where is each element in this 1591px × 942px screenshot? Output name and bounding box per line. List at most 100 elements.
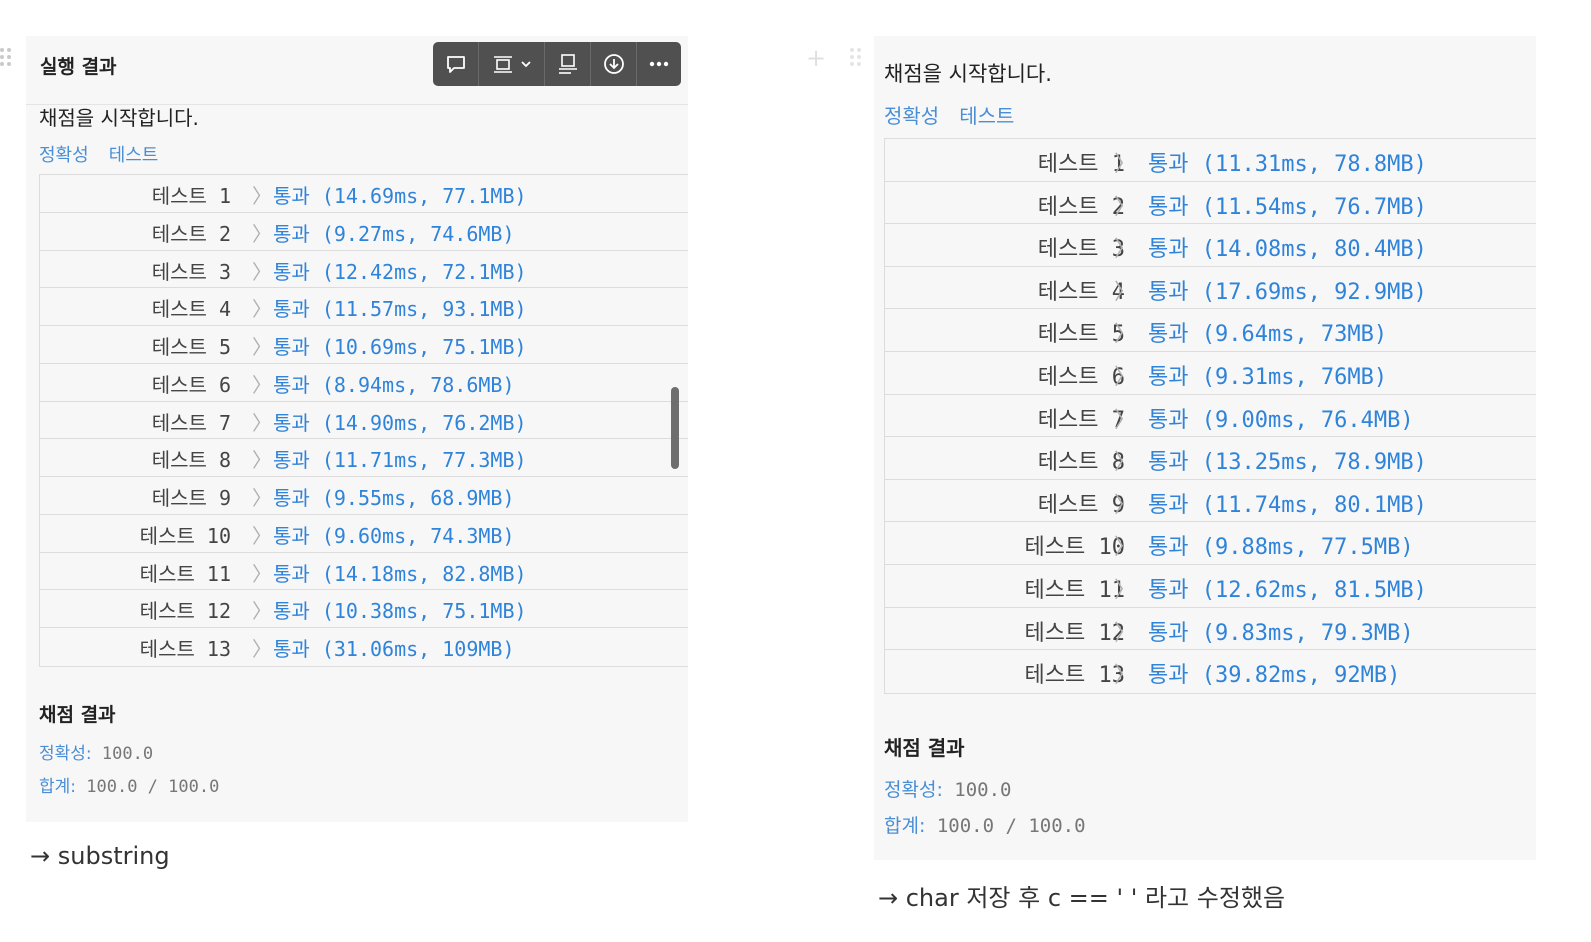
test-result-value: 통과 (14.90ms, 76.2MB)	[273, 410, 527, 435]
test-results-table: 테스트 1 〉 통과 (11.31ms, 78.8MB) 테스트 2 〉 통과 (11.5…	[884, 138, 1536, 694]
test-result-row[interactable]: 테스트 13 〉 통과 (31.06ms, 109MB)	[40, 628, 688, 666]
test-result-value: 통과 (11.57ms, 93.1MB)	[273, 297, 527, 322]
comment-button[interactable]	[433, 42, 479, 86]
test-result-value: 통과 (12.62ms, 81.5MB)	[1148, 577, 1427, 603]
test-label: 테스트 7	[151, 410, 231, 435]
grading-start-text: 채점을 시작합니다.	[39, 106, 199, 130]
total-score: 합계: 100.0 / 100.0	[884, 811, 1086, 838]
test-result-row[interactable]: 테스트 7 〉 통과 (9.00ms, 76.4MB)	[885, 395, 1536, 438]
test-result-value: 통과 (17.69ms, 92.9MB)	[1148, 279, 1427, 305]
test-result-row[interactable]: 테스트 12 〉 통과 (9.83ms, 79.3MB)	[885, 608, 1536, 651]
test-label: 테스트 11	[1024, 577, 1125, 603]
chevron-right-icon: 〉	[1114, 450, 1137, 476]
test-label: 테스트 10	[139, 523, 231, 548]
chevron-right-icon: 〉	[1114, 322, 1137, 348]
chevron-right-icon: 〉	[252, 599, 272, 624]
chevron-right-icon: 〉	[252, 448, 272, 473]
test-result-row[interactable]: 테스트 2 〉 통과 (11.54ms, 76.7MB)	[885, 182, 1536, 225]
chevron-right-icon: 〉	[252, 297, 272, 322]
test-result-row[interactable]: 테스트 11 〉 통과 (12.62ms, 81.5MB)	[885, 565, 1536, 608]
layout-icon	[493, 56, 512, 73]
test-result-row[interactable]: 테스트 4 〉 통과 (17.69ms, 92.9MB)	[885, 267, 1536, 310]
caption-button[interactable]	[545, 42, 591, 86]
test-label: 테스트 13	[139, 637, 231, 661]
test-label: 테스트 8	[1037, 450, 1125, 476]
test-label: 테스트 7	[1037, 407, 1125, 433]
chevron-right-icon: 〉	[1114, 279, 1137, 305]
test-result-value: 통과 (39.82ms, 92MB)	[1148, 663, 1401, 689]
comment-icon	[446, 56, 465, 73]
summary-title: 채점 결과	[884, 736, 965, 760]
drag-handle-icon[interactable]	[0, 48, 11, 66]
test-result-value: 통과 (9.31ms, 76MB)	[1148, 364, 1388, 390]
total-label: 합계:	[884, 815, 926, 837]
more-button[interactable]	[637, 42, 681, 86]
test-result-row[interactable]: 테스트 6 〉 통과 (9.31ms, 76MB)	[885, 352, 1536, 395]
chevron-right-icon: 〉	[1114, 492, 1137, 518]
tab-test[interactable]: 테스트	[959, 104, 1014, 128]
tab-accuracy[interactable]: 정확성	[884, 104, 939, 128]
tab-accuracy[interactable]: 정확성	[39, 145, 89, 166]
test-result-row[interactable]: 테스트 2 〉 통과 (9.27ms, 74.6MB)	[40, 213, 688, 251]
test-label: 테스트 2	[1037, 194, 1125, 220]
chevron-right-icon: 〉	[1114, 407, 1137, 433]
test-result-row[interactable]: 테스트 4 〉 통과 (11.57ms, 93.1MB)	[40, 288, 688, 326]
test-results-table: 테스트 1 〉 통과 (14.69ms, 77.1MB) 테스트 2 〉 통과 (9.27…	[39, 174, 688, 667]
test-result-row[interactable]: 테스트 1 〉 통과 (11.31ms, 78.8MB)	[885, 139, 1536, 182]
test-label: 테스트 1	[151, 184, 231, 208]
left-result-panel: 실행 결과 채점을 시작합니다. 정확성 테스트 테스트 1 〉 통과 (14.…	[26, 36, 688, 822]
test-result-value: 통과 (9.27ms, 74.6MB)	[273, 221, 515, 246]
test-result-row[interactable]: 테스트 5 〉 통과 (10.69ms, 75.1MB)	[40, 326, 688, 364]
test-result-value: 통과 (31.06ms, 109MB)	[273, 637, 515, 661]
test-result-row[interactable]: 테스트 13 〉 통과 (39.82ms, 92MB)	[885, 650, 1536, 693]
test-result-row[interactable]: 테스트 3 〉 통과 (14.08ms, 80.4MB)	[885, 224, 1536, 267]
layout-button[interactable]	[479, 42, 545, 86]
test-label: 테스트 6	[151, 372, 231, 397]
test-result-row[interactable]: 테스트 8 〉 통과 (13.25ms, 78.9MB)	[885, 437, 1536, 480]
test-label: 테스트 4	[151, 297, 231, 322]
test-result-row[interactable]: 테스트 11 〉 통과 (14.18ms, 82.8MB)	[40, 553, 688, 591]
total-label: 합계:	[39, 777, 77, 797]
test-result-row[interactable]: 테스트 12 〉 통과 (10.38ms, 75.1MB)	[40, 590, 688, 628]
test-label: 테스트 4	[1037, 279, 1125, 305]
drag-handle-icon[interactable]	[850, 48, 861, 66]
test-result-row[interactable]: 테스트 10 〉 통과 (9.60ms, 74.3MB)	[40, 515, 688, 553]
download-button[interactable]	[591, 42, 637, 86]
test-result-row[interactable]: 테스트 1 〉 통과 (14.69ms, 77.1MB)	[40, 175, 688, 213]
chevron-right-icon: 〉	[1114, 237, 1137, 263]
block-toolbar	[433, 42, 681, 86]
test-result-value: 통과 (14.69ms, 77.1MB)	[273, 184, 527, 208]
test-result-row[interactable]: 테스트 3 〉 통과 (12.42ms, 72.1MB)	[40, 251, 688, 289]
scrollbar-thumb[interactable]	[671, 387, 679, 469]
grading-start-text: 채점을 시작합니다.	[884, 62, 1052, 86]
accuracy-label: 정확성:	[884, 779, 943, 801]
test-result-value: 통과 (9.55ms, 68.9MB)	[273, 486, 515, 510]
add-block-icon[interactable]: +	[806, 44, 826, 72]
test-result-row[interactable]: 테스트 6 〉 통과 (8.94ms, 78.6MB)	[40, 364, 688, 402]
test-label: 테스트 10	[1024, 535, 1125, 561]
test-result-row[interactable]: 테스트 5 〉 통과 (9.64ms, 73MB)	[885, 309, 1536, 352]
tab-test[interactable]: 테스트	[109, 145, 159, 166]
chevron-right-icon: 〉	[1114, 152, 1137, 177]
test-result-value: 통과 (9.60ms, 74.3MB)	[273, 523, 515, 548]
test-result-row[interactable]: 테스트 9 〉 통과 (11.74ms, 80.1MB)	[885, 480, 1536, 523]
total-value: 100.0 / 100.0	[86, 777, 220, 797]
test-result-value: 통과 (11.71ms, 77.3MB)	[273, 448, 527, 473]
chevron-right-icon: 〉	[1114, 364, 1137, 390]
total-score: 합계: 100.0 / 100.0	[39, 772, 219, 797]
test-label: 테스트 9	[1037, 492, 1125, 518]
test-result-row[interactable]: 테스트 9 〉 통과 (9.55ms, 68.9MB)	[40, 477, 688, 515]
test-result-row[interactable]: 테스트 7 〉 통과 (14.90ms, 76.2MB)	[40, 402, 688, 440]
test-label: 테스트 8	[151, 448, 231, 473]
chevron-right-icon: 〉	[252, 410, 272, 435]
test-label: 테스트 6	[1037, 364, 1125, 390]
test-result-row[interactable]: 테스트 10 〉 통과 (9.88ms, 77.5MB)	[885, 522, 1536, 565]
chevron-right-icon: 〉	[252, 637, 272, 661]
chevron-right-icon: 〉	[1114, 577, 1137, 603]
chevron-right-icon: 〉	[252, 523, 272, 548]
test-result-row[interactable]: 테스트 8 〉 통과 (11.71ms, 77.3MB)	[40, 439, 688, 477]
test-label: 테스트 1	[1037, 152, 1125, 177]
summary-title: 채점 결과	[39, 704, 116, 726]
chevron-down-icon	[520, 61, 531, 68]
accuracy-value: 100.0	[101, 744, 154, 764]
